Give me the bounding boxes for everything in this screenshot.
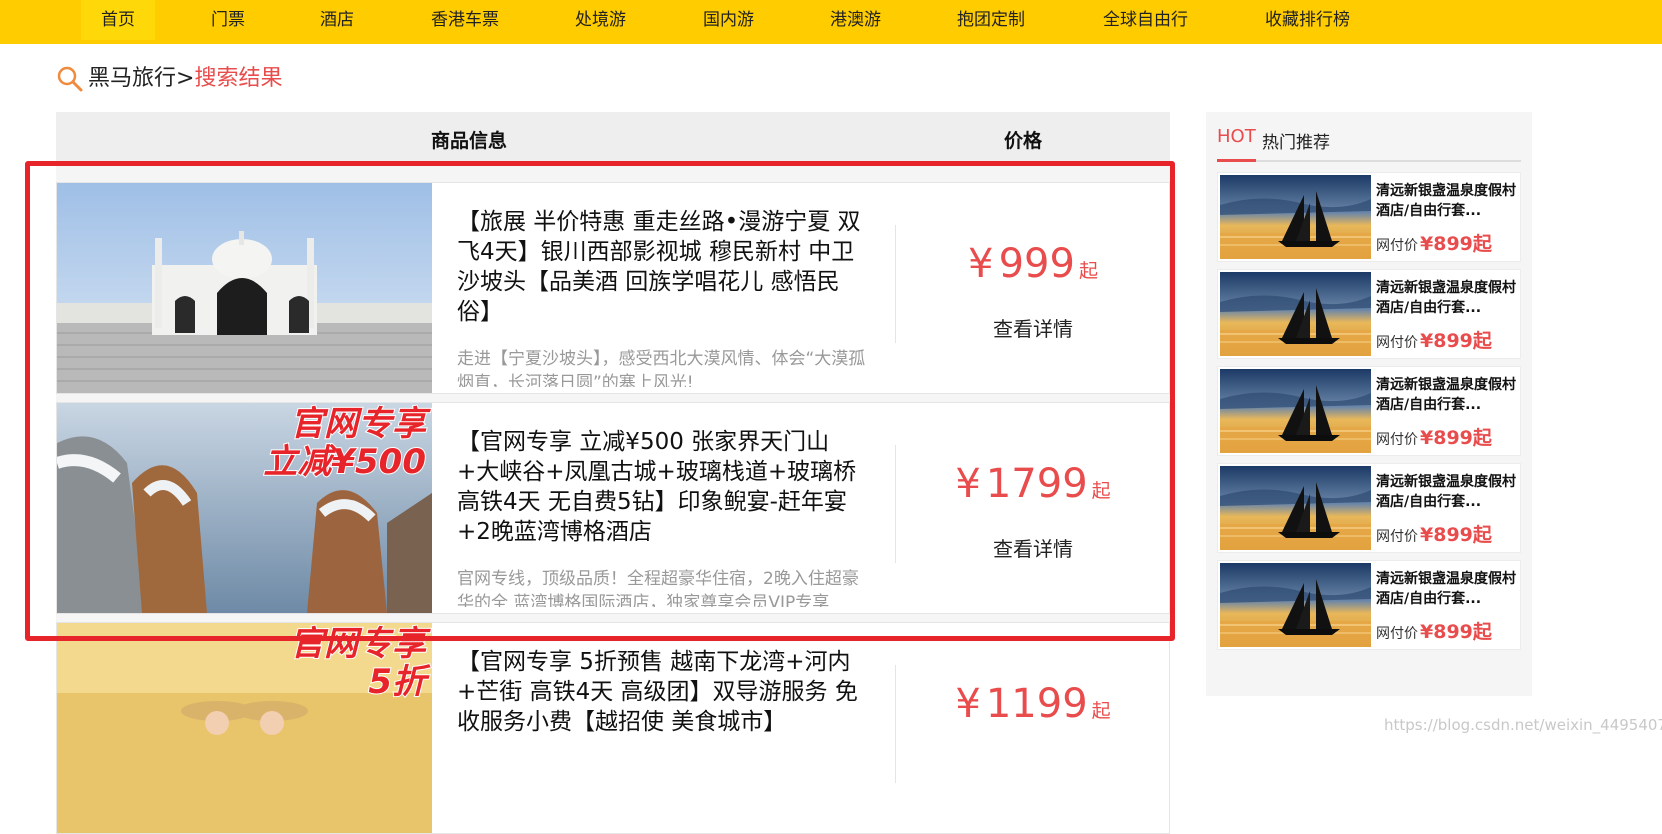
price-value: 999 [998, 241, 1075, 287]
price-suffix: 起 [1091, 700, 1111, 722]
price-value: ¥899起 [1420, 524, 1492, 546]
result-description: 官网专线，顶级品质！全程超豪华住宿，2晚入住超豪华的全 蓝湾博格国际酒店，独家尊… [457, 569, 859, 607]
hot-recommendations-sidebar: HOT 热门推荐 清远新银盏温泉度假村酒店/自由行套... 网付价 ¥899起 清远新… [1206, 112, 1532, 696]
result-description: 走进【宁夏沙坡头】，感受西北大漠风情、体会“大漠孤烟直，长河落日圆”的塞上风光! [457, 349, 866, 387]
recommendation-price-line: 网付价 ¥899起 [1376, 617, 1492, 644]
breadcrumb-home[interactable]: 黑马旅行 [88, 66, 176, 91]
sailboat-photo[interactable] [1220, 563, 1371, 647]
price-suffix: 起 [1091, 480, 1111, 502]
view-details-link[interactable]: 查看详情 [895, 313, 1169, 342]
sailboat-photo[interactable] [1220, 466, 1371, 550]
breadcrumb-current: 搜索结果 [194, 66, 283, 91]
result-title[interactable]: 【官网专享 5折预售 越南下龙湾+河内+芒街 高铁4天 高级团】双导游服务 免收… [457, 647, 867, 737]
search-icon [56, 65, 84, 93]
price-currency: ¥ [968, 241, 994, 287]
nav-item-hk-macau[interactable]: 港澳游 [830, 0, 881, 40]
promo-badge-line2: 5折 [367, 662, 427, 702]
result-title[interactable]: 【旅展 半价特惠 重走丝路•漫游宁夏 双飞4天】银川西部影视城 穆民新村 中卫沙… [457, 207, 867, 327]
result-item-text: 【旅展 半价特惠 重走丝路•漫游宁夏 双飞4天】银川西部影视城 穆民新村 中卫沙… [457, 207, 867, 387]
results-header: 商品信息 价格 [56, 112, 1170, 164]
mosque-photo[interactable] [57, 183, 432, 393]
recommendation-title[interactable]: 清远新银盏温泉度假村酒店/自由行套... [1376, 472, 1518, 512]
result-item-text: 【官网专享 立减¥500 张家界天门山+大峡谷+凤凰古城+玻璃栈道+玻璃桥 高铁… [457, 427, 867, 607]
result-item[interactable]: 官网专享 5折 【官网专享 5折预售 越南下龙湾+河内+芒街 高铁4天 高级团】… [56, 622, 1170, 834]
nav-item-outbound[interactable]: 处境游 [575, 0, 626, 40]
sailboat-photo[interactable] [1220, 272, 1371, 356]
nav-item-favorites-rank[interactable]: 收藏排行榜 [1265, 0, 1350, 40]
price-value: ¥899起 [1420, 621, 1492, 643]
top-nav: 首页 门票 酒店 香港车票 处境游 国内游 港澳游 抱团定制 全球自由行 收藏排… [0, 0, 1662, 44]
mountain-photo[interactable]: 官网专享 立减¥500 [57, 403, 432, 613]
sailboat-photo[interactable] [1220, 369, 1371, 453]
price-label: 网付价 [1376, 238, 1418, 254]
promo-badge-line1: 官网专享 [289, 404, 427, 444]
nav-item-tickets[interactable]: 门票 [211, 0, 245, 40]
result-price: ¥ 1199 起 [895, 681, 1169, 727]
result-price: ¥ 999 起 [895, 241, 1169, 287]
price-label: 网付价 [1376, 626, 1418, 642]
recommendation-card[interactable]: 清远新银盏温泉度假村酒店/自由行套... 网付价 ¥899起 [1217, 269, 1521, 359]
recommendation-card[interactable]: 清远新银盏温泉度假村酒店/自由行套... 网付价 ¥899起 [1217, 463, 1521, 553]
breadcrumb-separator: > [176, 66, 195, 91]
recommendation-card[interactable]: 清远新银盏温泉度假村酒店/自由行套... 网付价 ¥899起 [1217, 172, 1521, 262]
promo-badge-line1: 官网专享 [289, 624, 427, 664]
price-label: 网付价 [1376, 432, 1418, 448]
price-value: 1799 [985, 461, 1088, 507]
recommendation-card[interactable]: 清远新银盏温泉度假村酒店/自由行套... 网付价 ¥899起 [1217, 560, 1521, 650]
breadcrumb: 黑马旅行>搜索结果 [56, 62, 282, 96]
sailboat-photo[interactable] [1220, 175, 1371, 259]
result-item[interactable]: 【旅展 半价特惠 重走丝路•漫游宁夏 双飞4天】银川西部影视城 穆民新村 中卫沙… [56, 182, 1170, 394]
price-value: 1199 [985, 681, 1088, 727]
column-price: 价格 [1004, 130, 1043, 152]
recommendation-price-line: 网付价 ¥899起 [1376, 520, 1492, 547]
result-title[interactable]: 【官网专享 立减¥500 张家界天门山+大峡谷+凤凰古城+玻璃栈道+玻璃桥 高铁… [457, 427, 867, 547]
divider [1256, 160, 1521, 162]
price-value: ¥899起 [1420, 427, 1492, 449]
recommendation-title[interactable]: 清远新银盏温泉度假村酒店/自由行套... [1376, 181, 1518, 221]
price-value: ¥899起 [1420, 233, 1492, 255]
result-price: ¥ 1799 起 [895, 461, 1169, 507]
recommendation-title[interactable]: 清远新银盏温泉度假村酒店/自由行套... [1376, 569, 1518, 609]
recommendation-title[interactable]: 清远新银盏温泉度假村酒店/自由行套... [1376, 278, 1518, 318]
price-label: 网付价 [1376, 335, 1418, 351]
active-tab-underline [1217, 159, 1256, 162]
nav-item-domestic[interactable]: 国内游 [703, 0, 754, 40]
vietnam-photo[interactable]: 官网专享 5折 [57, 623, 432, 833]
recommendation-price-line: 网付价 ¥899起 [1376, 326, 1492, 353]
view-details-link[interactable]: 查看详情 [895, 533, 1169, 562]
nav-item-hk-bus[interactable]: 香港车票 [431, 0, 499, 40]
promo-badge: 官网专享 立减¥500 [262, 404, 427, 482]
watermark: https://blog.csdn.net/weixin_44954070 [1384, 716, 1662, 734]
recommendation-price-line: 网付价 ¥899起 [1376, 423, 1492, 450]
recommendation-title[interactable]: 清远新银盏温泉度假村酒店/自由行套... [1376, 375, 1518, 415]
sidebar-title: 热门推荐 [1262, 133, 1330, 153]
recommendation-price-line: 网付价 ¥899起 [1376, 229, 1492, 256]
column-product-info: 商品信息 [431, 130, 508, 152]
price-currency: ¥ [955, 681, 981, 727]
nav-item-group-custom[interactable]: 抱团定制 [957, 0, 1025, 40]
price-value: ¥899起 [1420, 330, 1492, 352]
nav-item-hotels[interactable]: 酒店 [320, 0, 354, 40]
result-item-text: 【官网专享 5折预售 越南下龙湾+河内+芒街 高铁4天 高级团】双导游服务 免收… [457, 647, 867, 827]
nav-item-home[interactable]: 首页 [81, 0, 155, 40]
hot-tab[interactable]: HOT [1217, 126, 1256, 147]
nav-item-global-free[interactable]: 全球自由行 [1103, 0, 1188, 40]
search-results: 商品信息 价格 【旅展 半价特惠 重走丝路•漫游宁夏 双飞4天】银川西部影视城 … [56, 112, 1170, 834]
recommendation-card[interactable]: 清远新银盏温泉度假村酒店/自由行套... 网付价 ¥899起 [1217, 366, 1521, 456]
promo-badge-line2: 立减¥500 [262, 442, 427, 482]
result-item[interactable]: 官网专享 立减¥500 【官网专享 立减¥500 张家界天门山+大峡谷+凤凰古城… [56, 402, 1170, 614]
price-currency: ¥ [955, 461, 981, 507]
promo-badge: 官网专享 5折 [289, 624, 427, 702]
price-suffix: 起 [1078, 260, 1098, 282]
price-label: 网付价 [1376, 529, 1418, 545]
